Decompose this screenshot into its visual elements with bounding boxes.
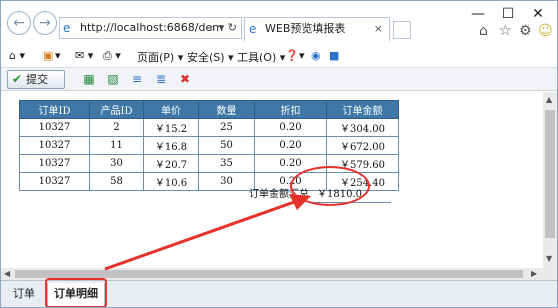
cell-discount[interactable]: 0.20 (254, 118, 327, 137)
col-header-quantity: 数量 (198, 100, 255, 119)
submit-label: 提交 (26, 73, 48, 86)
tab-web-preview[interactable]: e WEB预览填报表 × (244, 17, 390, 41)
scroll-down-icon[interactable]: ▼ (546, 254, 552, 263)
cell-product-id[interactable]: 11 (89, 136, 144, 155)
ie-tab-icon: e (249, 22, 257, 36)
cell-order-amount[interactable]: ￥672.00 (326, 136, 399, 155)
menu-tools[interactable]: 工具(O) ▾ (237, 49, 285, 65)
delete-row-icon[interactable]: ✖ (177, 72, 193, 87)
smiley-icon[interactable]: ☺ (538, 23, 553, 39)
cell-unit-price[interactable]: ￥16.8 (143, 136, 199, 155)
tab-title: WEB预览填报表 (265, 22, 346, 35)
cell-unit-price[interactable]: ￥20.7 (143, 154, 199, 173)
append-row-icon[interactable]: ≣ (153, 72, 169, 87)
report-toolbar: ✔ 提交 ▦ ▧ ≡ ≣ ✖ (1, 67, 557, 91)
tab-close-icon[interactable]: × (374, 18, 383, 40)
vertical-scroll-thumb[interactable] (545, 110, 555, 238)
report-content: 订单ID 产品ID 单价 数量 折扣 订单金额 10327 2 ￥15.2 25… (1, 92, 543, 268)
horizontal-scroll-thumb[interactable] (15, 270, 523, 278)
feeds-dropdown-icon[interactable]: ▾ (55, 49, 61, 62)
table-header-row: 订单ID 产品ID 单价 数量 折扣 订单金额 (19, 100, 399, 119)
home-menu-icon[interactable]: ⌂ ▾ (9, 49, 25, 62)
submit-button[interactable]: ✔ 提交 (7, 70, 65, 89)
cell-quantity[interactable]: 35 (198, 154, 255, 173)
sheet-tab-orders[interactable]: 订单 (9, 283, 39, 307)
table-row: 10327 11 ￥16.8 50 0.20 ￥672.00 (19, 136, 399, 155)
scroll-up-icon[interactable]: ▲ (546, 95, 552, 104)
back-button[interactable]: ← (7, 11, 31, 35)
col-header-order-amount: 订单金额 (326, 100, 399, 119)
cell-quantity[interactable]: 25 (198, 118, 255, 137)
favorites-star-icon[interactable]: ☆ (499, 23, 512, 39)
address-bar[interactable]: e http://localhost:6868/dem ⌕ ▾ ↻ (59, 17, 242, 39)
cell-discount[interactable]: 0.20 (254, 136, 327, 155)
address-controls[interactable]: ⌕ ▾ ↻ (209, 18, 237, 38)
cell-order-id[interactable]: 10327 (19, 172, 90, 191)
new-tab-button[interactable] (393, 21, 411, 39)
col-header-unit-price: 单价 (143, 100, 199, 119)
browser-window: ← → e http://localhost:6868/dem ⌕ ▾ ↻ e … (0, 0, 558, 308)
print-icon[interactable]: ⎙ ▾ (103, 49, 121, 63)
menu-safety[interactable]: 安全(S) ▾ (187, 49, 234, 65)
checkmark-icon: ✔ (12, 72, 23, 86)
menu-page[interactable]: 页面(P) ▾ (137, 49, 183, 65)
maximize-button[interactable]: ☐ (493, 3, 523, 25)
address-text: http://localhost:6868/dem (80, 21, 223, 34)
scroll-left-icon[interactable]: ◀ (4, 269, 10, 278)
cell-order-id[interactable]: 10327 (19, 154, 90, 173)
table-row: 10327 2 ￥15.2 25 0.20 ￥304.00 (19, 118, 399, 137)
col-header-discount: 折扣 (254, 100, 327, 119)
scroll-right-icon[interactable]: ▶ (531, 269, 537, 278)
annotation-circle-total (290, 166, 370, 206)
extension-icon[interactable]: ◉ (311, 49, 321, 62)
vertical-scrollbar[interactable]: ▲ ▼ (543, 92, 557, 268)
forward-button[interactable]: → (33, 11, 57, 35)
minimize-button[interactable]: — (463, 3, 493, 25)
title-bar: ← → e http://localhost:6868/dem ⌕ ▾ ↻ e … (1, 1, 557, 45)
excel-export-icon[interactable]: ▦ (81, 72, 97, 87)
cell-product-id[interactable]: 30 (89, 154, 144, 173)
scrollbar-corner (543, 268, 557, 280)
cell-order-id[interactable]: 10327 (19, 136, 90, 155)
home-icon[interactable]: ⌂ (479, 23, 488, 39)
settings-gear-icon[interactable]: ⚙ (519, 23, 532, 39)
insert-row-icon[interactable]: ≡ (129, 72, 145, 87)
cell-order-amount[interactable]: ￥304.00 (326, 118, 399, 137)
addon-icon[interactable]: ■ (329, 49, 339, 62)
feeds-icon[interactable]: ▣ (43, 49, 53, 62)
cell-product-id[interactable]: 58 (89, 172, 144, 191)
help-icon[interactable]: ❓ (285, 49, 299, 62)
help-dropdown[interactable]: ▾ (299, 49, 305, 62)
col-header-order-id: 订单ID (19, 100, 90, 119)
col-header-product-id: 产品ID (89, 100, 144, 119)
cell-unit-price[interactable]: ￥15.2 (143, 118, 199, 137)
cell-product-id[interactable]: 2 (89, 118, 144, 137)
cell-order-id[interactable]: 10327 (19, 118, 90, 137)
close-window-button[interactable]: ✕ (523, 3, 553, 25)
annotation-box-sheet-tab (45, 278, 107, 307)
excel-import-icon[interactable]: ▧ (105, 72, 121, 87)
cell-quantity[interactable]: 30 (198, 172, 255, 191)
command-bar: ⌂ ▾ ▣ ▾ ✉ ▾ ⎙ ▾ 页面(P) ▾ 安全(S) ▾ 工具(O) ▾ … (1, 45, 557, 67)
cell-quantity[interactable]: 50 (198, 136, 255, 155)
ie-icon: e (63, 21, 71, 35)
mail-icon[interactable]: ✉ ▾ (75, 49, 93, 62)
cell-unit-price[interactable]: ￥10.6 (143, 172, 199, 191)
